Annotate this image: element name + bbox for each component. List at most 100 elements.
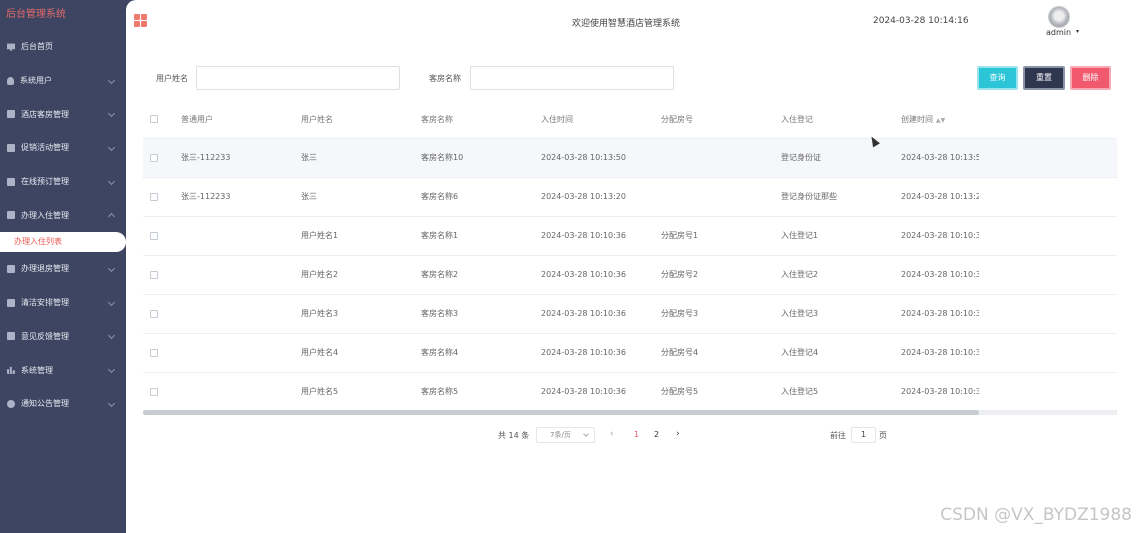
- row-select-cell[interactable]: [143, 255, 165, 295]
- sidebar-item-room-management[interactable]: 酒店客房管理: [0, 97, 126, 131]
- row-checkbox[interactable]: [150, 387, 158, 396]
- sidebar-item-checkin-management[interactable]: 办理入住管理: [0, 198, 126, 232]
- delete-button[interactable]: 删除: [1070, 66, 1111, 90]
- column-header: 用户姓名: [285, 101, 405, 139]
- spacer-cell: [979, 177, 1117, 217]
- table-row[interactable]: 用户姓名1 客房名称1 2024-03-28 10:10:36 分配房号1 入住登记1 2…: [143, 216, 1117, 256]
- username-input[interactable]: [196, 66, 400, 90]
- chevron-down-icon: [107, 177, 116, 185]
- chevron-down-icon: [107, 143, 116, 151]
- sidebar-menu: 后台首页 系统用户 酒店客房管理 促销活动管理 在线预订管理 办理入住管理 办理…: [0, 30, 126, 421]
- sidebar-item-label: 通知公告管理: [21, 399, 69, 409]
- username-label: 用户姓名: [156, 74, 188, 83]
- search-form: 用户姓名 客房名称 查询 重置 删除: [126, 66, 1136, 90]
- table-cell: [645, 177, 765, 217]
- table-cell: 用户姓名1: [285, 216, 405, 256]
- sidebar-item-feedback[interactable]: 意见反馈管理: [0, 320, 126, 354]
- sidebar-item-promotions[interactable]: 促销活动管理: [0, 131, 126, 165]
- sidebar-item-label: 促销活动管理: [21, 143, 69, 153]
- horizontal-scrollbar[interactable]: [143, 410, 1117, 415]
- page-size-select[interactable]: 7条/页: [536, 427, 595, 443]
- table-cell: 2024-03-28 10:10:36: [525, 372, 645, 412]
- next-page-button[interactable]: ›: [676, 429, 680, 439]
- table-cell: 分配房号5: [645, 372, 765, 412]
- avatar[interactable]: [1048, 6, 1070, 28]
- info-icon: [7, 399, 15, 408]
- sidebar-item-system-management[interactable]: 系统管理: [0, 353, 126, 387]
- column-header-sortable[interactable]: 创建时间 ▲▼: [885, 101, 979, 139]
- chevron-down-icon: [583, 431, 589, 437]
- row-checkbox[interactable]: [150, 231, 158, 240]
- chevron-down-icon: [107, 264, 116, 273]
- sidebar-item-label: 系统用户: [20, 76, 52, 86]
- watermark: CSDN @VX_BYDZ1988: [940, 505, 1132, 525]
- sidebar-item-system-users[interactable]: 系统用户: [0, 64, 126, 98]
- table-cell: 2024-03-28 10:10:36: [885, 255, 979, 295]
- row-select-cell[interactable]: [143, 372, 165, 412]
- table-cell: [645, 138, 765, 178]
- sidebar-item-online-booking[interactable]: 在线预订管理: [0, 165, 126, 199]
- sidebar: 后台管理系统 后台首页 系统用户 酒店客房管理 促销活动管理 在线预订管理 办理…: [0, 0, 126, 533]
- room-name-input[interactable]: [470, 66, 674, 90]
- column-header: 分配房号: [645, 101, 765, 139]
- sidebar-item-notices[interactable]: 通知公告管理: [0, 387, 126, 421]
- table-cell: 客房名称10: [405, 138, 525, 178]
- table-row[interactable]: 张三-112233 张三 客房名称6 2024-03-28 10:13:20 登记身份证…: [143, 177, 1117, 217]
- sidebar-subitem-checkin-list[interactable]: 办理入住列表: [0, 232, 126, 253]
- table-cell: 2024-03-28 10:10:36: [885, 294, 979, 334]
- spacer-cell: [979, 255, 1117, 295]
- table-row[interactable]: 用户姓名5 客房名称5 2024-03-28 10:10:36 分配房号5 入住登记5 2…: [143, 372, 1117, 412]
- row-checkbox[interactable]: [150, 348, 158, 357]
- scrollbar-thumb[interactable]: [143, 410, 979, 415]
- table-cell: 2024-03-28 10:13:27: [885, 177, 979, 217]
- table-row[interactable]: 用户姓名4 客房名称4 2024-03-28 10:10:36 分配房号4 入住登记4 2…: [143, 333, 1117, 373]
- table-cell: 分配房号4: [645, 333, 765, 373]
- table-cell: 2024-03-28 10:10:36: [525, 255, 645, 295]
- caret-down-icon[interactable]: ▾: [1076, 28, 1079, 35]
- spacer-cell: [979, 138, 1117, 178]
- row-select-cell[interactable]: [143, 138, 165, 178]
- table-header-row: 普通用户 用户姓名 客房名称 入住时间 分配房号 入住登记 创建时间▲▼ 操作: [143, 101, 1117, 139]
- table-row[interactable]: 用户姓名2 客房名称2 2024-03-28 10:10:36 分配房号2 入住登记2 2…: [143, 255, 1117, 295]
- select-all-cell[interactable]: [143, 101, 165, 139]
- sidebar-item-checkout-management[interactable]: 办理退房管理: [0, 252, 126, 286]
- row-select-cell[interactable]: [143, 333, 165, 373]
- main-panel: 欢迎使用智慧酒店管理系统 2024-03-28 10:14:16 admin ▾…: [126, 0, 1136, 533]
- table-cell: 用户姓名2: [285, 255, 405, 295]
- sidebar-item-dashboard[interactable]: 后台首页: [0, 30, 126, 64]
- select-all-checkbox[interactable]: [150, 115, 158, 124]
- reset-button[interactable]: 重置: [1023, 66, 1065, 90]
- table-cell: 2024-03-28 10:10:36: [885, 372, 979, 412]
- row-select-cell[interactable]: [143, 216, 165, 256]
- page-number[interactable]: 2: [654, 430, 659, 439]
- table-row[interactable]: 张三-112233 张三 客房名称10 2024-03-28 10:13:50 登记身份…: [143, 138, 1117, 178]
- prev-page-button[interactable]: ‹: [610, 429, 614, 439]
- row-checkbox[interactable]: [150, 192, 158, 201]
- chevron-up-icon: [107, 213, 116, 221]
- row-checkbox[interactable]: [150, 153, 158, 162]
- table-cell: [165, 372, 285, 412]
- table-cell: 分配房号3: [645, 294, 765, 334]
- row-checkbox[interactable]: [150, 270, 158, 279]
- goto-page-input[interactable]: 1: [851, 427, 876, 443]
- user-menu[interactable]: admin: [1046, 28, 1071, 37]
- sidebar-item-label: 系统管理: [21, 365, 53, 375]
- page-number[interactable]: 1: [634, 430, 639, 439]
- current-datetime: 2024-03-28 10:14:16: [873, 16, 969, 26]
- brand-title: 后台管理系统: [6, 9, 66, 20]
- row-checkbox[interactable]: [150, 309, 158, 318]
- table-cell: [165, 294, 285, 334]
- row-select-cell[interactable]: [143, 294, 165, 334]
- table-row[interactable]: 用户姓名3 客房名称3 2024-03-28 10:10:36 分配房号3 入住登记3 2…: [143, 294, 1117, 334]
- chevron-down-icon: [107, 298, 116, 306]
- sidebar-item-cleaning[interactable]: 清洁安排管理: [0, 286, 126, 320]
- table-body: 张三-112233 张三 客房名称10 2024-03-28 10:13:50 登记身份…: [143, 138, 1117, 412]
- menu-toggle-icon[interactable]: [134, 14, 147, 27]
- sort-icon[interactable]: ▲▼: [936, 117, 945, 124]
- table-cell: 入住登记2: [765, 255, 885, 295]
- chevron-down-icon: [107, 365, 116, 374]
- chevron-down-icon: [107, 332, 116, 340]
- table-cell: 入住登记4: [765, 333, 885, 373]
- query-button[interactable]: 查询: [977, 66, 1018, 90]
- row-select-cell[interactable]: [143, 177, 165, 217]
